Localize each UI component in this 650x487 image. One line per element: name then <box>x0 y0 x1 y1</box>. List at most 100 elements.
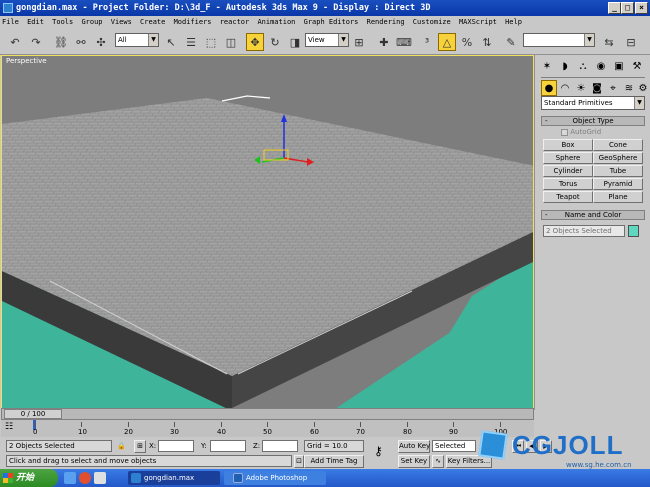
utilities-tab-icon[interactable]: ⚒ <box>629 58 645 74</box>
quick-launch-media-icon[interactable] <box>79 472 91 484</box>
link-icon[interactable]: ⛓ <box>52 33 70 51</box>
object-name-field[interactable]: 2 Objects Selected <box>543 225 625 237</box>
viewport-label[interactable]: Perspective <box>6 57 47 65</box>
default-tangent-icon[interactable]: ∿ <box>432 455 444 468</box>
menu-maxscript[interactable]: MAXScript <box>457 16 499 29</box>
absolute-mode-icon[interactable]: ⊞ <box>134 440 146 453</box>
sphere-button[interactable]: Sphere <box>543 152 593 164</box>
menu-file[interactable]: File <box>0 16 21 29</box>
app-icon[interactable] <box>3 3 13 13</box>
named-selection-sets-dropdown[interactable]: ▼ <box>523 33 595 47</box>
unlink-icon[interactable]: ⚯ <box>72 33 90 51</box>
mirror-icon[interactable]: ⇆ <box>600 33 618 51</box>
hierarchy-tab-icon[interactable]: ⛬ <box>575 58 591 74</box>
quick-launch-desktop-icon[interactable] <box>94 472 106 484</box>
key-icon[interactable]: ⚷ <box>374 445 383 457</box>
geometry-icon[interactable]: ● <box>541 80 557 96</box>
select-and-scale-icon[interactable]: ◨ <box>286 33 304 51</box>
menu-animation[interactable]: Animation <box>255 16 297 29</box>
select-by-name-icon[interactable]: ☰ <box>182 33 200 51</box>
close-button[interactable]: × <box>635 2 648 14</box>
modify-tab-icon[interactable]: ◗ <box>557 58 573 74</box>
menu-tools[interactable]: Tools <box>50 16 75 29</box>
name-and-color-title: Name and Color <box>564 211 622 219</box>
lights-icon[interactable]: ☀ <box>573 80 589 96</box>
window-crossing-icon[interactable]: ◫ <box>222 33 240 51</box>
manipulate-icon[interactable]: ✚ <box>375 33 393 51</box>
selection-filter-value: All <box>118 36 127 44</box>
name-and-color-rollout[interactable]: - Name and Color <box>541 210 645 220</box>
chevron-down-icon: ▼ <box>338 34 348 46</box>
z-coordinate-field[interactable] <box>262 440 298 452</box>
key-mode-dropdown[interactable]: Selected <box>432 440 476 452</box>
teapot-button[interactable]: Teapot <box>543 191 593 203</box>
autogrid-checkbox[interactable]: AutoGrid <box>561 128 601 136</box>
time-slider-knob[interactable]: 0 / 100 <box>4 409 62 419</box>
menu-graph-editors[interactable]: Graph Editors <box>302 16 361 29</box>
systems-icon[interactable]: ⚙ <box>635 80 650 96</box>
task-photoshop[interactable]: Adobe Photoshop <box>230 471 326 485</box>
spinner-snap-icon[interactable]: ⇅ <box>478 33 496 51</box>
create-tab-icon[interactable]: ✶ <box>539 58 555 74</box>
autogrid-label: AutoGrid <box>570 128 602 136</box>
select-and-move-icon[interactable]: ✥ <box>246 33 264 51</box>
cylinder-button[interactable]: Cylinder <box>543 165 593 177</box>
rectangular-selection-icon[interactable]: ⬚ <box>202 33 220 51</box>
align-icon[interactable]: ⊟ <box>622 33 640 51</box>
add-time-tag-button[interactable]: Add Time Tag <box>304 455 364 468</box>
object-color-swatch[interactable] <box>628 225 639 237</box>
selection-filter-dropdown[interactable]: All ▼ <box>115 33 159 47</box>
tube-button[interactable]: Tube <box>593 165 643 177</box>
object-type-rollout[interactable]: - Object Type <box>541 116 645 126</box>
minimize-button[interactable]: _ <box>608 2 621 14</box>
bind-space-warp-icon[interactable]: ✣ <box>92 33 110 51</box>
menu-modifiers[interactable]: Modifiers <box>172 16 214 29</box>
redo-icon[interactable]: ↷ <box>27 33 45 51</box>
menu-reactor[interactable]: reactor <box>218 16 252 29</box>
quick-launch-ie-icon[interactable] <box>64 472 76 484</box>
auto-key-button[interactable]: Auto Key <box>398 440 430 453</box>
motion-tab-icon[interactable]: ◉ <box>593 58 609 74</box>
menu-customize[interactable]: Customize <box>411 16 453 29</box>
helpers-icon[interactable]: ⌖ <box>605 80 621 96</box>
maximize-button[interactable]: □ <box>621 2 634 14</box>
pivot-center-icon[interactable]: ⊞ <box>350 33 368 51</box>
time-config-icon[interactable]: ⊡ <box>294 455 304 468</box>
select-object-icon[interactable]: ↖ <box>162 33 180 51</box>
lock-selection-icon[interactable]: 🔒 <box>117 440 126 452</box>
perspective-viewport[interactable]: Perspective <box>1 55 534 410</box>
menu-views[interactable]: Views <box>109 16 134 29</box>
named-selection-icon[interactable]: ✎ <box>502 33 520 51</box>
geosphere-button[interactable]: GeoSphere <box>593 152 643 164</box>
cameras-icon[interactable]: ◙ <box>589 80 605 96</box>
percent-snap-icon[interactable]: % <box>458 33 476 51</box>
task-3dsmax[interactable]: gongdian.max <box>128 471 220 485</box>
windows-taskbar: 开始 gongdian.max Adobe Photoshop <box>0 469 650 487</box>
reference-coord-dropdown[interactable]: View ▼ <box>305 33 349 47</box>
time-slider[interactable]: 0 / 100 <box>1 408 534 420</box>
torus-button[interactable]: Torus <box>543 178 593 190</box>
menu-help[interactable]: Help <box>503 16 524 29</box>
angle-snap-icon[interactable]: △ <box>438 33 456 51</box>
primitive-category-dropdown[interactable]: Standard Primitives ▼ <box>541 96 645 110</box>
snap-toggle-icon[interactable]: ³ <box>418 33 436 51</box>
box-button[interactable]: Box <box>543 139 593 151</box>
y-coordinate-field[interactable] <box>210 440 246 452</box>
track-view-icon[interactable]: ☷ <box>5 422 13 432</box>
menu-edit[interactable]: Edit <box>25 16 46 29</box>
select-and-rotate-icon[interactable]: ↻ <box>266 33 284 51</box>
track-bar[interactable]: ☷ 0 10 20 30 40 50 60 70 80 90 100 <box>1 420 534 438</box>
shapes-icon[interactable]: ◠ <box>557 80 573 96</box>
keyboard-shortcut-icon[interactable]: ⌨ <box>395 33 413 51</box>
menu-create[interactable]: Create <box>138 16 167 29</box>
set-key-button[interactable]: Set Key <box>398 455 430 468</box>
menu-group[interactable]: Group <box>79 16 104 29</box>
display-tab-icon[interactable]: ▣ <box>611 58 627 74</box>
plane-button[interactable]: Plane <box>593 191 643 203</box>
undo-icon[interactable]: ↶ <box>6 33 24 51</box>
menu-rendering[interactable]: Rendering <box>365 16 407 29</box>
cone-button[interactable]: Cone <box>593 139 643 151</box>
x-coordinate-field[interactable] <box>158 440 194 452</box>
pyramid-button[interactable]: Pyramid <box>593 178 643 190</box>
start-button[interactable]: 开始 <box>0 469 58 487</box>
